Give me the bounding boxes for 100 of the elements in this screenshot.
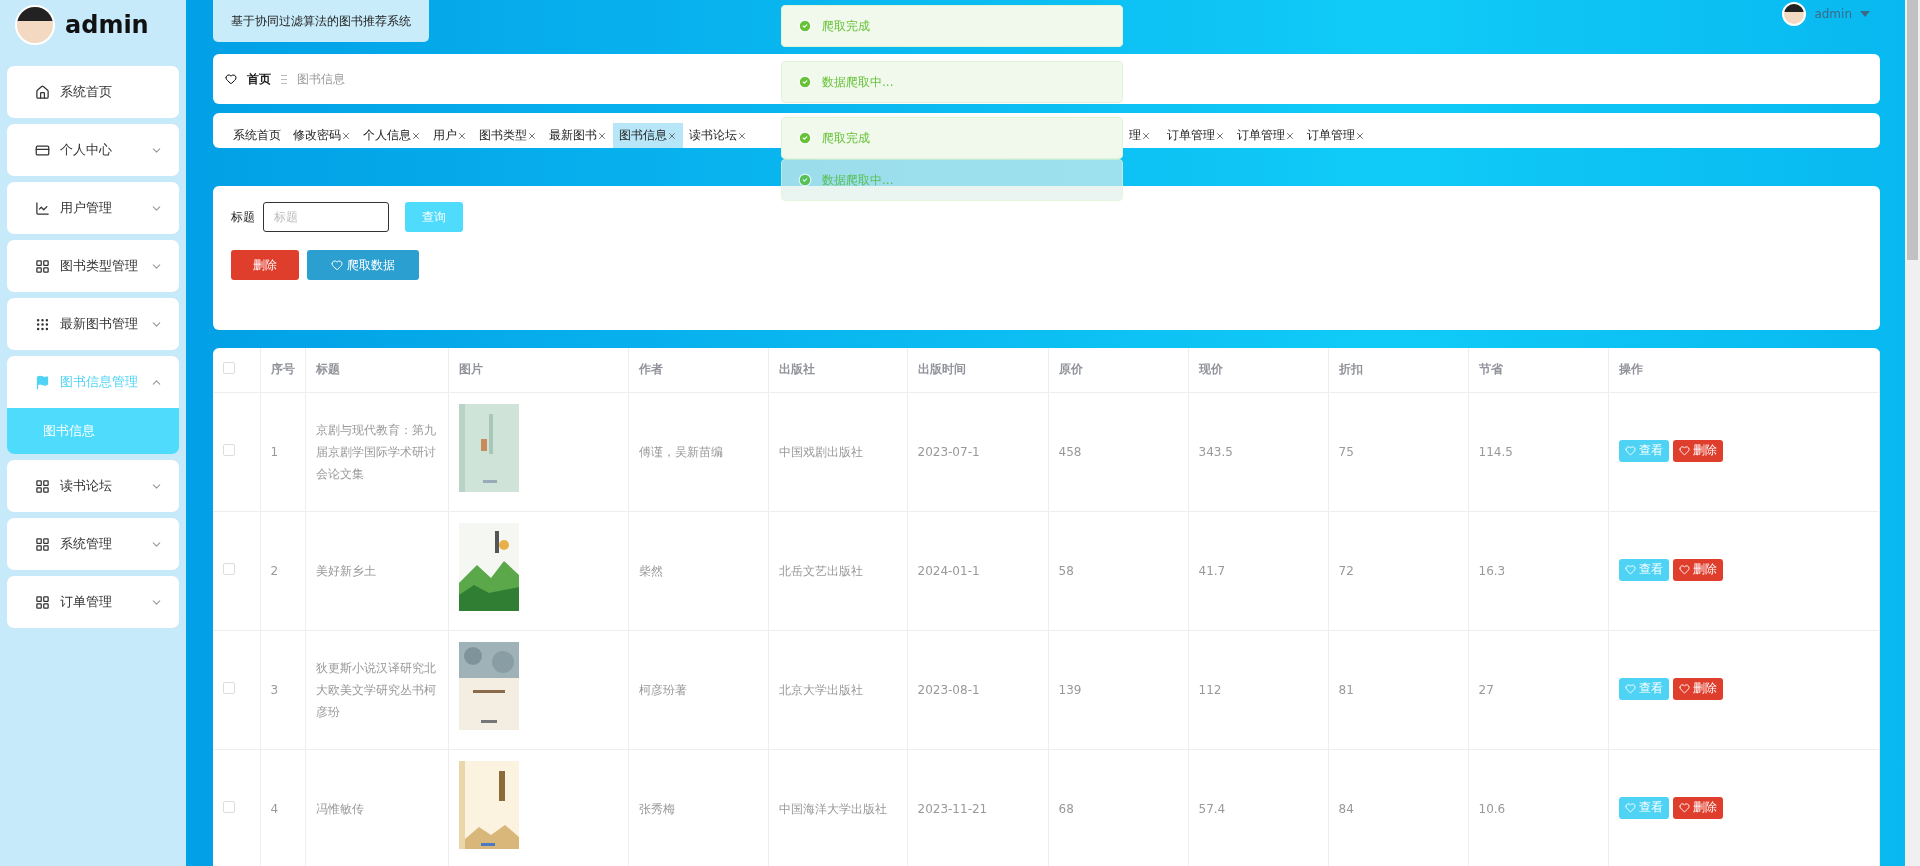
tab[interactable]: 理 — [1129, 123, 1161, 148]
table-cell: 72 — [1328, 511, 1468, 630]
toast-message: 数据爬取中... — [781, 159, 1123, 201]
checkbox[interactable] — [223, 362, 235, 375]
heart-icon — [1624, 445, 1636, 457]
heart-icon — [225, 73, 237, 85]
table-cell: 458 — [1048, 392, 1188, 511]
column-header: 作者 — [628, 348, 768, 392]
tab[interactable]: 订单管理 — [1231, 123, 1301, 148]
table-cell: 3 — [260, 630, 305, 749]
table-cell: 冯惟敏传 — [305, 749, 448, 866]
close-icon[interactable] — [737, 130, 747, 141]
table-cell: 58 — [1048, 511, 1188, 630]
grid-icon — [35, 258, 50, 274]
field-label: 标题 — [231, 208, 255, 226]
table-cell: 84 — [1328, 749, 1468, 866]
checkbox[interactable] — [223, 562, 235, 575]
close-icon[interactable] — [597, 130, 607, 141]
heart-icon — [1624, 802, 1636, 814]
close-icon[interactable] — [667, 130, 677, 141]
heart-icon — [1678, 564, 1690, 576]
menu-item[interactable]: 用户管理 — [7, 182, 179, 234]
avatar — [1782, 2, 1807, 26]
menu-item[interactable]: 订单管理 — [7, 576, 179, 628]
flag-icon — [35, 374, 50, 390]
heart-icon — [1624, 564, 1636, 576]
tab[interactable]: 图书类型 — [473, 123, 543, 148]
menu-item[interactable]: 系统首页 — [7, 66, 179, 118]
tab[interactable]: 用户 — [427, 123, 473, 148]
column-header: 折扣 — [1328, 348, 1468, 392]
system-title: 基于协同过滤算法的图书推荐系统 — [213, 0, 429, 42]
grid-icon — [35, 478, 50, 494]
delete-button[interactable]: 删除 — [1672, 796, 1723, 819]
breadcrumb-link[interactable]: 首页 — [247, 70, 271, 88]
table-cell: 京剧与现代教育：第九届京剧学国际学术研讨会论文集 — [305, 392, 448, 511]
check-circle-icon — [798, 131, 812, 145]
column-header: 节省 — [1468, 348, 1608, 392]
delete-button[interactable]: 删除 — [1672, 558, 1723, 581]
close-icon[interactable] — [457, 130, 467, 141]
separator-icon — [281, 74, 287, 84]
table-cell: 10.6 — [1468, 749, 1608, 866]
checkbox[interactable] — [223, 800, 235, 813]
table-cell: 1 — [260, 392, 305, 511]
tab[interactable]: 读书论坛 — [683, 123, 753, 148]
column-header: 原价 — [1048, 348, 1188, 392]
tab[interactable]: 修改密码 — [287, 123, 357, 148]
check-circle-icon — [798, 75, 812, 89]
table-cell: 2023-07-1 — [907, 392, 1048, 511]
checkbox[interactable] — [223, 443, 235, 456]
tab[interactable]: 最新图书 — [543, 123, 613, 148]
home-icon — [35, 84, 50, 100]
title-input[interactable]: 标题 — [263, 202, 389, 232]
table-cell: 114.5 — [1468, 392, 1608, 511]
avatar — [15, 5, 55, 45]
table-cell: 狄更斯小说汉译研究北大欧美文学研究丛书柯彦玢 — [305, 630, 448, 749]
table-cell: 张秀梅 — [628, 749, 768, 866]
table-cell: 2024-01-1 — [907, 511, 1048, 630]
table-cell: 柴然 — [628, 511, 768, 630]
tab[interactable]: 订单管理 — [1161, 123, 1231, 148]
menu-item[interactable]: 系统管理 — [7, 518, 179, 570]
delete-button[interactable]: 删除 — [1672, 439, 1723, 462]
heart-icon — [1678, 445, 1690, 457]
column-header: 出版时间 — [907, 348, 1048, 392]
menu-item[interactable]: 最新图书管理 — [7, 298, 179, 350]
scrollbar[interactable] — [1905, 0, 1920, 866]
tab[interactable]: 系统首页 — [227, 123, 287, 148]
toast-message: 爬取完成 — [781, 5, 1123, 47]
close-icon[interactable] — [527, 130, 537, 141]
caret-icon — [1860, 10, 1870, 18]
close-icon[interactable] — [411, 130, 421, 141]
menu-item[interactable]: 图书类型管理 — [7, 240, 179, 292]
close-icon[interactable] — [1285, 130, 1295, 141]
column-header: 序号 — [260, 348, 305, 392]
table-cell: 139 — [1048, 630, 1188, 749]
table-cell: 112 — [1188, 630, 1328, 749]
table-cell: 2023-08-1 — [907, 630, 1048, 749]
grid-icon — [35, 594, 50, 610]
tab[interactable]: 图书信息 — [613, 123, 683, 148]
tab[interactable]: 订单管理 — [1301, 123, 1371, 148]
menu-item[interactable]: 个人中心 — [7, 124, 179, 176]
column-header: 标题 — [305, 348, 448, 392]
close-icon[interactable] — [341, 130, 351, 141]
table-cell: 75 — [1328, 392, 1468, 511]
table-cell: 美好新乡土 — [305, 511, 448, 630]
table-cell: 41.7 — [1188, 511, 1328, 630]
close-icon[interactable] — [1355, 130, 1365, 141]
menu-item[interactable]: 读书论坛 — [7, 460, 179, 512]
toast-message: 爬取完成 — [781, 117, 1123, 159]
tab[interactable]: 个人信息 — [357, 123, 427, 148]
dots-grid-icon — [35, 316, 50, 332]
table-cell: 57.4 — [1188, 749, 1328, 866]
close-icon[interactable] — [1141, 130, 1151, 141]
close-icon[interactable] — [1215, 130, 1225, 141]
delete-button[interactable]: 删除 — [1672, 677, 1723, 700]
delete-button[interactable]: 删除 — [231, 250, 299, 280]
heart-icon — [1678, 802, 1690, 814]
table-cell: 16.3 — [1468, 511, 1608, 630]
card-icon — [35, 142, 50, 158]
checkbox[interactable] — [223, 681, 235, 694]
table-cell: 343.5 — [1188, 392, 1328, 511]
